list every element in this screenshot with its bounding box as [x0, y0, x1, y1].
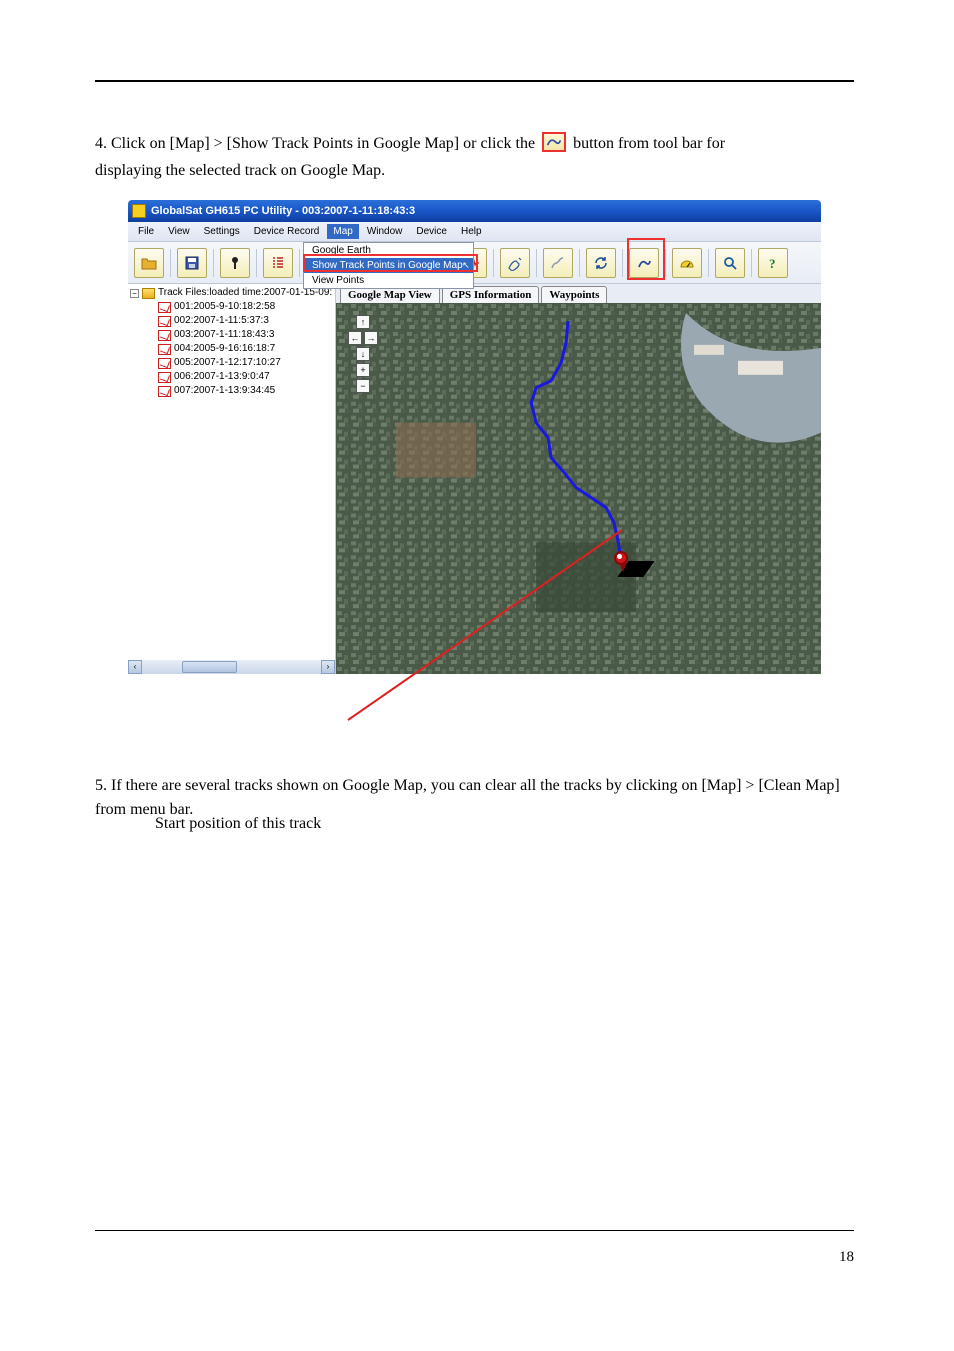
- folder-icon: [142, 288, 155, 299]
- start-position-marker[interactable]: [614, 551, 628, 565]
- menu-device[interactable]: Device: [410, 224, 453, 239]
- header-rule: [95, 80, 854, 82]
- menu-file[interactable]: File: [132, 224, 160, 239]
- page-number: 18: [839, 1249, 854, 1266]
- menubar[interactable]: File View Settings Device Record Map Win…: [128, 222, 821, 242]
- instruction-step5: 5. If there are several tracks shown on …: [95, 774, 854, 820]
- tree-scrollbar-horizontal[interactable]: ‹ ›: [128, 660, 335, 674]
- callout-label: Start position of this track: [155, 815, 321, 833]
- track-file-icon: [158, 372, 171, 383]
- menu-window[interactable]: Window: [361, 224, 409, 239]
- tree-item[interactable]: 006:2007-1-13:9:0:47: [130, 370, 333, 384]
- screenshot: GlobalSat GH615 PC Utility - 003:2007-1-…: [128, 200, 821, 674]
- instruction4-prefix: 4. Click on [Map] > [Show Track Points i…: [95, 135, 535, 152]
- window-title: GlobalSat GH615 PC Utility - 003:2007-1-…: [151, 205, 415, 217]
- track-file-icon: [158, 302, 171, 313]
- sync-button[interactable]: [586, 248, 616, 278]
- menu-item-google-earth[interactable]: Google Earth: [304, 243, 473, 258]
- scroll-right-icon[interactable]: ›: [321, 660, 335, 674]
- track-tree-panel[interactable]: − Track Files:loaded time:2007-01-15-09:…: [128, 284, 336, 674]
- instruction4-line2: displaying the selected track on Google …: [95, 159, 854, 182]
- zoom-out-button[interactable]: −: [356, 379, 370, 393]
- clean-map-button[interactable]: [500, 248, 530, 278]
- tab-waypoints[interactable]: Waypoints: [541, 286, 607, 303]
- pan-up-button[interactable]: ↑: [356, 315, 370, 329]
- tree-item[interactable]: 002:2007-1-11:5:37:3: [130, 314, 333, 328]
- speed-button[interactable]: [672, 248, 702, 278]
- menu-view[interactable]: View: [162, 224, 196, 239]
- zoom-in-button[interactable]: +: [356, 363, 370, 377]
- pan-left-button[interactable]: ←: [348, 331, 362, 345]
- menu-help[interactable]: Help: [455, 224, 488, 239]
- instruction4-suffix: button from tool bar for: [573, 135, 725, 152]
- scroll-left-icon[interactable]: ‹: [128, 660, 142, 674]
- pan-down-button[interactable]: ↓: [356, 347, 370, 361]
- tree-item[interactable]: 003:2007-1-11:18:43:3: [130, 328, 333, 342]
- route-button[interactable]: [543, 248, 573, 278]
- waypoint-button[interactable]: [220, 248, 250, 278]
- scroll-thumb[interactable]: [182, 661, 237, 673]
- save-button[interactable]: [177, 248, 207, 278]
- track-file-icon: [158, 358, 171, 369]
- track-file-icon: [158, 344, 171, 355]
- svg-text:?: ?: [769, 256, 776, 271]
- app-icon: [132, 204, 146, 218]
- cursor-icon: ↖: [462, 260, 470, 271]
- google-map-view[interactable]: ↑ ←→ ↓ + −: [336, 303, 821, 674]
- map-menu-dropdown[interactable]: Google Earth Show Track Points in Google…: [303, 242, 474, 289]
- show-track-inline-icon: [542, 132, 566, 152]
- track-file-icon: [158, 386, 171, 397]
- tree-item[interactable]: 005:2007-1-12:17:10:27: [130, 356, 333, 370]
- gps-track-polyline: [336, 303, 821, 674]
- menu-settings[interactable]: Settings: [198, 224, 246, 239]
- footer-rule: [95, 1230, 854, 1231]
- map-nav-controls[interactable]: ↑ ←→ ↓ + −: [348, 315, 378, 393]
- tree-item[interactable]: 001:2005-9-10:18:2:58: [130, 300, 333, 314]
- menu-map[interactable]: Map: [327, 224, 358, 239]
- show-track-button[interactable]: [629, 248, 659, 278]
- menu-item-view-points[interactable]: View Points: [304, 273, 473, 288]
- track-file-icon: [158, 330, 171, 341]
- search-button[interactable]: [715, 248, 745, 278]
- track-file-icon: [158, 316, 171, 327]
- menu-device-record[interactable]: Device Record: [248, 224, 326, 239]
- pan-right-button[interactable]: →: [364, 331, 378, 345]
- titlebar: GlobalSat GH615 PC Utility - 003:2007-1-…: [128, 200, 821, 222]
- right-panel: Google Map View GPS Information Waypoint…: [336, 284, 821, 674]
- menu-item-show-track-google-map[interactable]: Show Track Points in Google Map ↖: [304, 258, 473, 273]
- collapse-icon[interactable]: −: [130, 289, 139, 298]
- instruction-step4: 4. Click on [Map] > [Show Track Points i…: [95, 132, 854, 155]
- list-button[interactable]: [263, 248, 293, 278]
- help-button[interactable]: ?: [758, 248, 788, 278]
- toolbar: ? Google Earth Show Track Points in Goog…: [128, 242, 821, 284]
- tree-item[interactable]: 007:2007-1-13:9:34:45: [130, 384, 333, 398]
- open-button[interactable]: [134, 248, 164, 278]
- tree-item[interactable]: 004:2005-9-16:16:18:7: [130, 342, 333, 356]
